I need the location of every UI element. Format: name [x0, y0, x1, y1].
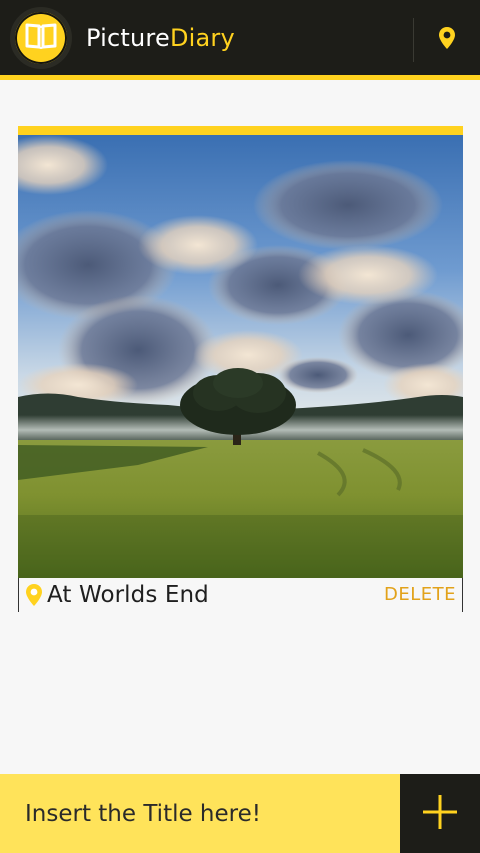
landscape-photo — [18, 135, 463, 578]
app-logo — [10, 6, 72, 69]
add-entry-button[interactable] — [400, 774, 480, 853]
location-button[interactable] — [430, 22, 464, 58]
app-title: PictureDiary — [86, 26, 235, 50]
app-title-part1: Picture — [86, 23, 170, 52]
map-pin-icon — [438, 26, 456, 54]
delete-button[interactable]: DELETE — [384, 584, 456, 605]
open-book-icon — [24, 22, 58, 54]
app-header: PictureDiary — [0, 0, 480, 80]
entry-location-label: At Worlds End — [47, 582, 209, 608]
app-root: PictureDiary At Worlds End DELETE Insert… — [0, 0, 480, 853]
entry-footer: At Worlds End DELETE — [18, 578, 463, 612]
title-input[interactable] — [0, 774, 400, 853]
map-pin-icon — [25, 583, 43, 607]
title-input-container — [0, 774, 400, 853]
entry-photo[interactable] — [18, 135, 463, 578]
app-title-part2: Diary — [169, 23, 235, 52]
header-divider — [413, 18, 414, 62]
card-accent-bar — [18, 126, 463, 135]
plus-icon — [423, 794, 457, 833]
